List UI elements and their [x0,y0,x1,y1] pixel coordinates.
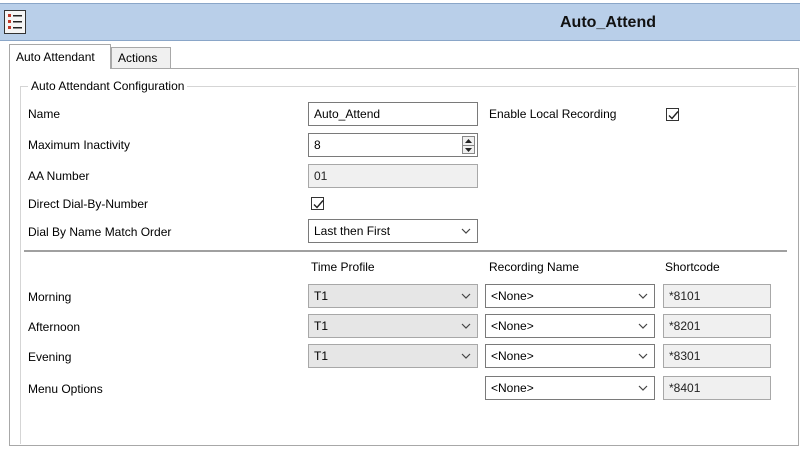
group-label: Auto Attendant Configuration [28,79,188,93]
afternoon-time-profile-dropdown[interactable]: T1 [308,314,478,338]
row-label-morning: Morning [28,290,72,304]
max-inactivity-value: 8 [314,138,321,152]
dial-by-name-dropdown[interactable]: Last then First [308,219,478,243]
tab-auto-attendant[interactable]: Auto Attendant [9,44,111,69]
direct-dial-checkbox[interactable] [311,197,324,210]
spin-up-icon[interactable] [463,137,474,145]
spin-down-icon[interactable] [463,145,474,153]
chevron-down-icon [461,293,471,299]
afternoon-recording-value: <None> [491,319,534,333]
section-divider [24,250,787,252]
afternoon-time-profile-value: T1 [314,319,329,333]
menu-options-recording-dropdown[interactable]: <None> [485,376,655,400]
evening-recording-dropdown[interactable]: <None> [485,344,655,368]
max-inactivity-label: Maximum Inactivity [28,138,131,152]
menu-options-recording-value: <None> [491,381,534,395]
chevron-down-icon [461,323,471,329]
aa-number-label: AA Number [28,169,90,183]
row-label-evening: Evening [28,350,72,364]
evening-time-profile-dropdown[interactable]: T1 [308,344,478,368]
max-inactivity-stepper[interactable]: 8 [308,133,478,157]
row-label-menu-options: Menu Options [28,382,103,396]
evening-time-profile-value: T1 [314,349,329,363]
title-bar: Auto_Attend [0,3,800,41]
header-recording-name: Recording Name [489,260,580,274]
name-input[interactable]: Auto_Attend [308,102,478,126]
chevron-down-icon [638,385,648,391]
window-title: Auto_Attend [560,14,656,31]
local-recording-checkbox[interactable] [666,108,679,121]
morning-time-profile-dropdown[interactable]: T1 [308,284,478,308]
evening-recording-value: <None> [491,349,534,363]
afternoon-shortcode-field: *8201 [663,314,771,338]
chevron-down-icon [638,293,648,299]
header-time-profile: Time Profile [311,260,375,274]
dial-by-name-value: Last then First [314,224,391,238]
chevron-down-icon [638,353,648,359]
list-icon[interactable] [4,10,26,34]
check-icon [313,200,324,209]
spin-buttons[interactable] [462,136,475,154]
morning-recording-value: <None> [491,289,534,303]
name-label: Name [28,107,61,121]
dial-by-name-label: Dial By Name Match Order [28,225,172,239]
direct-dial-label: Direct Dial-By-Number [28,197,149,211]
menu-options-shortcode-field: *8401 [663,376,771,400]
check-icon [668,111,679,120]
morning-time-profile-value: T1 [314,289,329,303]
aa-number-field: 01 [308,164,478,188]
chevron-down-icon [638,323,648,329]
morning-shortcode-field: *8101 [663,284,771,308]
evening-shortcode-field: *8301 [663,344,771,368]
morning-recording-dropdown[interactable]: <None> [485,284,655,308]
row-label-afternoon: Afternoon [28,320,81,334]
chevron-down-icon [461,353,471,359]
header-shortcode: Shortcode [665,260,720,274]
afternoon-recording-dropdown[interactable]: <None> [485,314,655,338]
tab-actions[interactable]: Actions [111,47,171,69]
local-recording-label: Enable Local Recording [489,107,617,121]
chevron-down-icon [461,228,471,234]
